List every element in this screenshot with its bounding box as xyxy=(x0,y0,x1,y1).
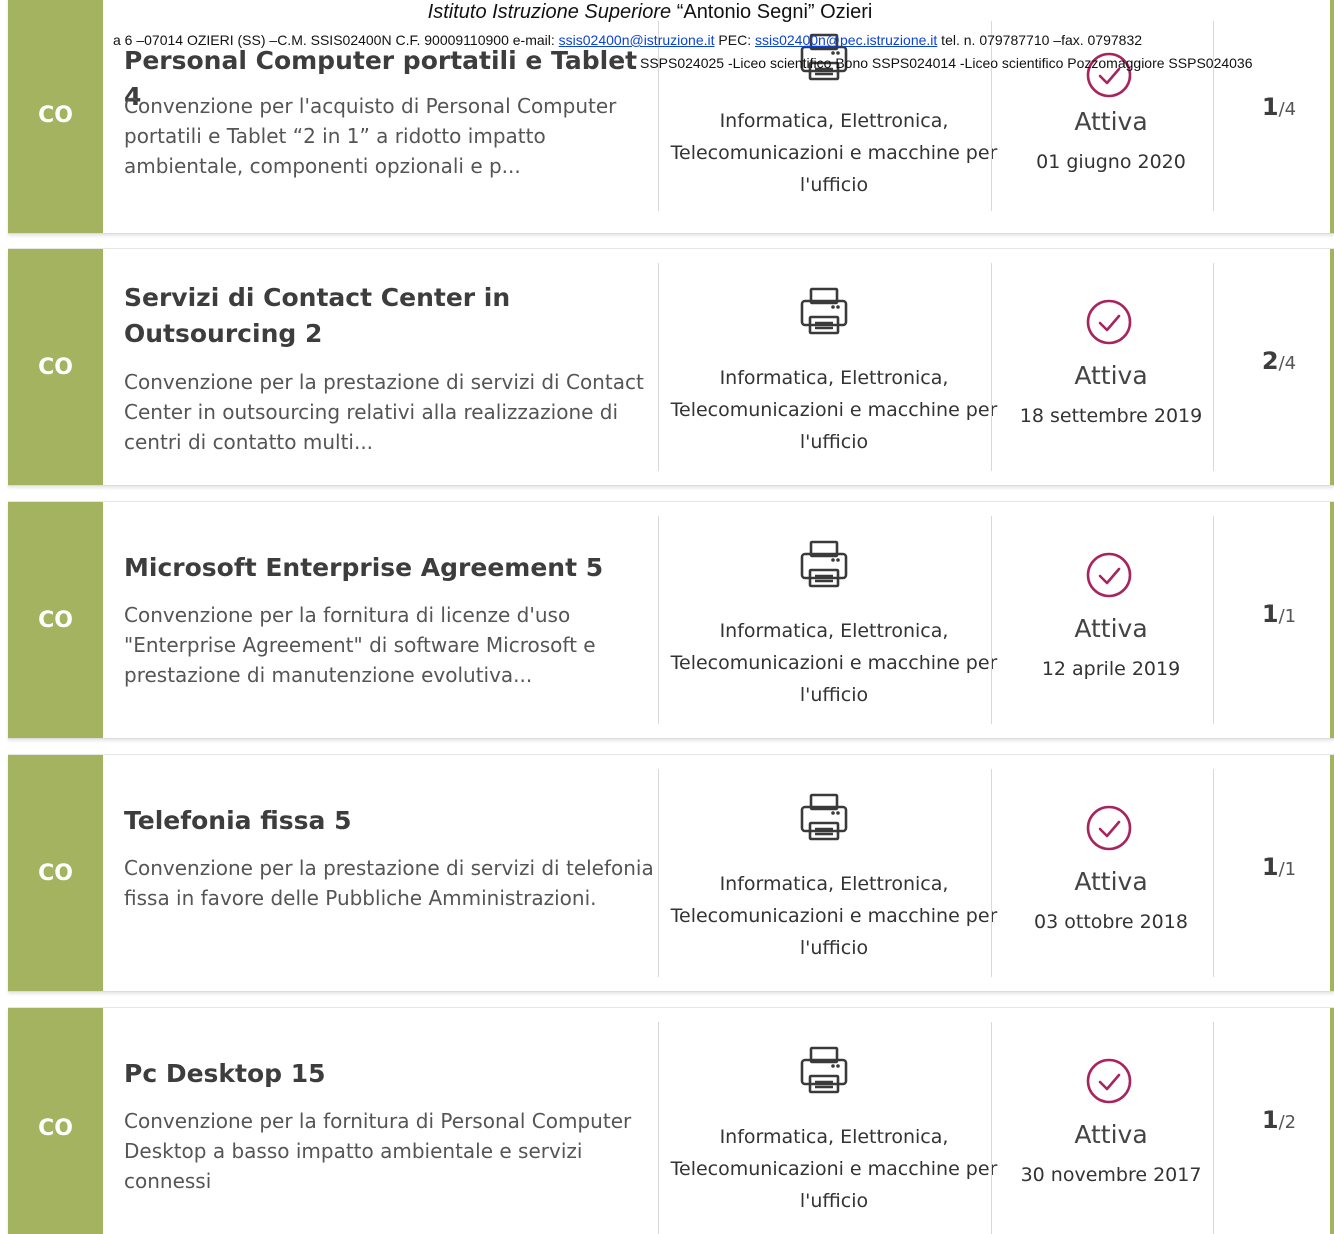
card-description: Convenzione per l'acquisto di Personal C… xyxy=(124,94,617,178)
status-date: 12 aprile 2019 xyxy=(1041,658,1181,680)
letterhead-school-codes: SSPS024025 -Liceo scientifico Bono SSPS0… xyxy=(640,55,1253,71)
card-type-tag: CO xyxy=(8,249,103,485)
lot-count: 1/2 xyxy=(1224,1106,1334,1134)
divider xyxy=(658,263,659,471)
lot-count-current: 1 xyxy=(1261,600,1279,628)
card-description: Convenzione per la prestazione di serviz… xyxy=(124,856,654,910)
lot-count-current: 2 xyxy=(1261,347,1279,375)
divider xyxy=(658,516,659,724)
divider xyxy=(658,1022,659,1234)
divider xyxy=(1213,769,1214,977)
letterhead-school-type: Istituto Istruzione Superiore xyxy=(427,1,672,23)
page: CO Personal Computer portatili e Tablet … xyxy=(0,0,1334,1234)
lot-count-total: /2 xyxy=(1278,1112,1297,1133)
letterhead-school: Istituto Istruzione Superiore “Antonio S… xyxy=(0,0,1300,24)
card-description: Convenzione per la fornitura di licenze … xyxy=(124,603,596,687)
letterhead-pec-link[interactable]: ssis02400n@pec.istruzione.it xyxy=(755,32,937,48)
lot-count-total: /4 xyxy=(1278,99,1297,120)
convenzioni-list: CO Personal Computer portatili e Tablet … xyxy=(0,0,1334,1234)
category-label: Informatica, Elettronica, Telecomunicazi… xyxy=(670,1126,998,1212)
card-type-tag: CO xyxy=(8,1008,103,1234)
letterhead-phones: tel. n. 079787710 –fax. 0797832 xyxy=(937,32,1143,48)
check-circle-icon xyxy=(1086,299,1132,345)
divider xyxy=(991,769,992,977)
status-date: 30 novembre 2017 xyxy=(1020,1164,1202,1186)
card-description: Convenzione per la prestazione di serviz… xyxy=(124,370,644,454)
divider xyxy=(991,21,992,211)
card-type-tag: CO xyxy=(8,502,103,738)
convenzione-card[interactable]: CO Microsoft Enterprise Agreement 5 Conv… xyxy=(8,501,1334,739)
printer-icon xyxy=(800,287,848,335)
category-label: Informatica, Elettronica, Telecomunicazi… xyxy=(670,110,998,196)
status-date: 01 giugno 2020 xyxy=(1036,151,1186,173)
divider xyxy=(658,21,659,211)
letterhead-pec-label: PEC: xyxy=(714,32,755,48)
divider xyxy=(1213,1022,1214,1234)
letterhead-email-link[interactable]: ssis02400n@istruzione.it xyxy=(559,32,715,48)
category-label: Informatica, Elettronica, Telecomunicazi… xyxy=(670,873,998,959)
card-title[interactable]: Telefonia fissa 5 xyxy=(124,803,654,839)
letterhead-address: a 6 –07014 OZIERI (SS) –C.M. SSIS02400N … xyxy=(113,32,559,48)
letterhead-contacts: a 6 –07014 OZIERI (SS) –C.M. SSIS02400N … xyxy=(0,31,1334,49)
card-type-tag: CO xyxy=(8,755,103,991)
card-description: Convenzione per la fornitura di Personal… xyxy=(124,1109,632,1193)
divider xyxy=(991,516,992,724)
divider xyxy=(1213,263,1214,471)
status-label: Attiva xyxy=(1074,1120,1148,1149)
letterhead-school-name: “Antonio Segni” Ozieri xyxy=(676,1,873,23)
status-label: Attiva xyxy=(1074,361,1148,390)
printer-icon xyxy=(800,793,848,841)
lot-count: 1/1 xyxy=(1224,853,1334,881)
status-date: 03 ottobre 2018 xyxy=(1034,911,1188,933)
card-title[interactable]: Microsoft Enterprise Agreement 5 xyxy=(124,550,654,586)
category-label: Informatica, Elettronica, Telecomunicazi… xyxy=(670,367,998,453)
lot-count-current: 1 xyxy=(1261,93,1279,121)
check-circle-icon xyxy=(1086,1058,1132,1104)
divider xyxy=(658,769,659,977)
lot-count-current: 1 xyxy=(1261,1106,1279,1134)
category-label: Informatica, Elettronica, Telecomunicazi… xyxy=(670,620,998,706)
card-title[interactable]: Pc Desktop 15 xyxy=(124,1056,654,1092)
lot-count: 1/4 xyxy=(1224,93,1334,121)
divider xyxy=(991,263,992,471)
lot-count: 2/4 xyxy=(1224,347,1334,375)
printer-icon xyxy=(800,1046,848,1094)
lot-count-total: /4 xyxy=(1278,353,1297,374)
lot-count-current: 1 xyxy=(1261,853,1279,881)
lot-count-total: /1 xyxy=(1278,859,1297,880)
printer-icon xyxy=(800,540,848,588)
letterhead-codes: SSPS024025 -Liceo scientifico Bono SSPS0… xyxy=(0,54,1334,72)
divider xyxy=(1213,516,1214,724)
convenzione-card[interactable]: CO Servizi di Contact Center in Outsourc… xyxy=(8,248,1334,486)
divider xyxy=(1213,21,1214,211)
status-date: 18 settembre 2019 xyxy=(1019,405,1203,427)
lot-count: 1/1 xyxy=(1224,600,1334,628)
status-label: Attiva xyxy=(1074,107,1148,136)
check-circle-icon xyxy=(1086,805,1132,851)
card-title[interactable]: Servizi di Contact Center in Outsourcing… xyxy=(124,280,654,352)
status-label: Attiva xyxy=(1074,867,1148,896)
convenzione-card[interactable]: CO Telefonia fissa 5 Convenzione per la … xyxy=(8,754,1334,992)
check-circle-icon xyxy=(1086,552,1132,598)
divider xyxy=(991,1022,992,1234)
lot-count-total: /1 xyxy=(1278,606,1297,627)
status-label: Attiva xyxy=(1074,614,1148,643)
convenzione-card[interactable]: CO Pc Desktop 15 Convenzione per la forn… xyxy=(8,1007,1334,1234)
